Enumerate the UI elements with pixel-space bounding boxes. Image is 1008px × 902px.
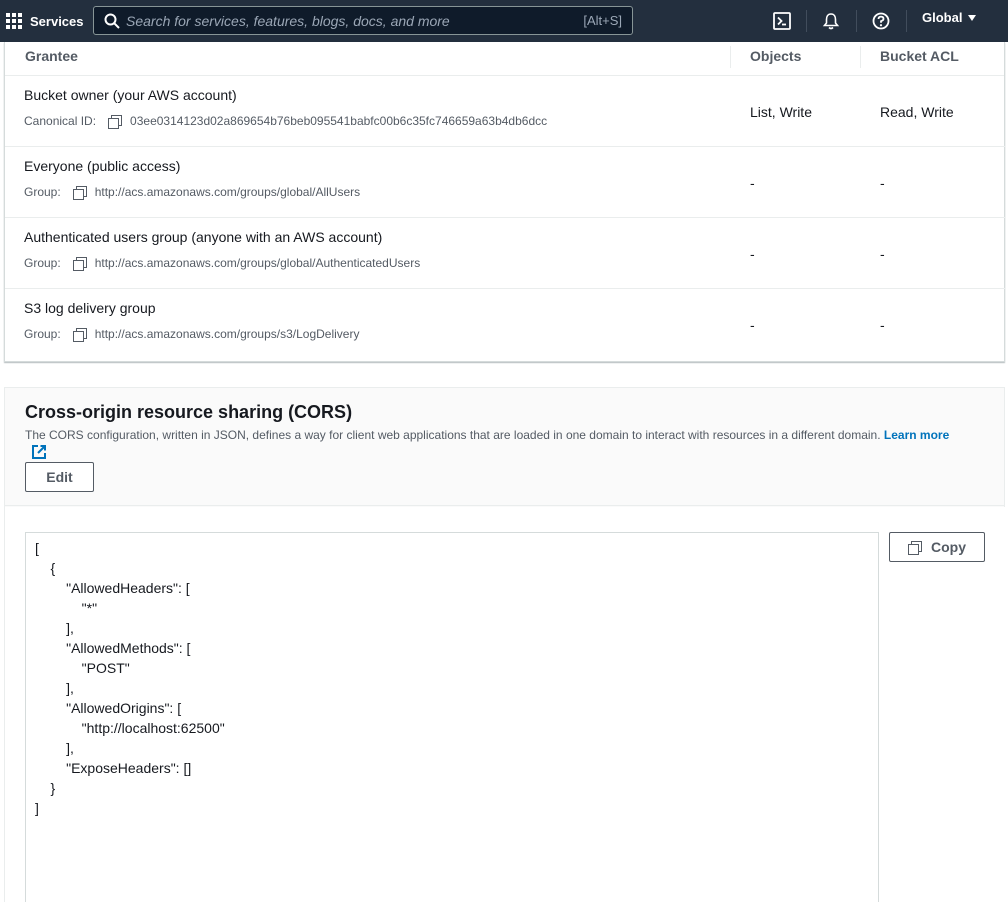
- code-line: ],: [35, 740, 74, 756]
- objects-permission: -: [750, 317, 755, 333]
- nav-divider: [806, 10, 807, 32]
- edit-button[interactable]: Edit: [25, 462, 94, 492]
- code-line: [: [35, 540, 39, 556]
- cors-description-text: The CORS configuration, written in JSON,…: [25, 428, 881, 442]
- code-line: "AllowedOrigins": [: [35, 700, 182, 716]
- cors-json-viewer: [ { "AllowedHeaders": [ "*" ], "AllowedM…: [25, 532, 879, 902]
- column-header-grantee: Grantee: [25, 48, 78, 64]
- table-row: S3 log delivery group Group: http://acs.…: [5, 289, 1005, 360]
- caret-down-icon: [968, 14, 977, 21]
- nav-divider: [906, 10, 907, 32]
- code-line: ]: [35, 800, 39, 816]
- region-selector[interactable]: Global: [922, 10, 977, 25]
- grantee-name: Everyone (public access): [24, 158, 181, 174]
- table-header: Grantee Objects Bucket ACL: [5, 42, 1004, 76]
- code-line: ],: [35, 620, 74, 636]
- objects-permission: -: [750, 246, 755, 262]
- grantee-id: Group: http://acs.amazonaws.com/groups/g…: [24, 185, 361, 200]
- help-icon[interactable]: [868, 8, 894, 34]
- search-input[interactable]: [126, 12, 584, 29]
- column-header-objects: Objects: [750, 48, 802, 64]
- grantee-id-value: http://acs.amazonaws.com/groups/s3/LogDe…: [94, 327, 360, 341]
- learn-more-link[interactable]: Learn more: [884, 428, 949, 442]
- column-divider: [730, 46, 731, 68]
- external-link-icon[interactable]: [31, 444, 47, 460]
- bucket-acl-permission: -: [880, 175, 885, 191]
- code-line: "AllowedHeaders": [: [35, 580, 190, 596]
- grantee-name: Authenticated users group (anyone with a…: [24, 229, 383, 245]
- grantee-id-label: Group:: [24, 327, 61, 341]
- grantee-id: Group: http://acs.amazonaws.com/groups/g…: [24, 256, 421, 271]
- table-row: Everyone (public access) Group: http://a…: [5, 147, 1005, 218]
- cors-header: Cross-origin resource sharing (CORS) The…: [5, 388, 1005, 506]
- nav-divider: [856, 10, 857, 32]
- bell-icon[interactable]: [818, 8, 844, 34]
- copy-icon[interactable]: [72, 256, 87, 271]
- grantee-id: Canonical ID: 03ee0314123d02a869654b76be…: [24, 114, 548, 129]
- copy-icon[interactable]: [72, 185, 87, 200]
- column-header-bucket-acl: Bucket ACL: [880, 48, 959, 64]
- cors-description: The CORS configuration, written in JSON,…: [25, 428, 985, 443]
- services-label: Services: [30, 13, 84, 29]
- copy-button-label: Copy: [931, 539, 966, 555]
- services-grid-icon: [6, 13, 22, 29]
- cloudshell-icon[interactable]: [769, 8, 795, 34]
- grantee-id-value: 03ee0314123d02a869654b76beb095541babfc00…: [130, 114, 548, 128]
- grantee-id: Group: http://acs.amazonaws.com/groups/s…: [24, 327, 360, 342]
- copy-icon: [908, 540, 922, 555]
- bucket-acl-permission: -: [880, 317, 885, 333]
- search-shortcut-hint: [Alt+S]: [583, 13, 622, 28]
- code-line: {: [35, 560, 56, 576]
- grantee-id-label: Group:: [24, 185, 61, 199]
- bucket-acl-permission: Read, Write: [880, 104, 954, 120]
- search-bar[interactable]: [Alt+S]: [93, 6, 633, 35]
- grantee-id-label: Group:: [24, 256, 61, 270]
- objects-permission: List, Write: [750, 104, 812, 120]
- top-navigation: Services [Alt+S] Global: [0, 0, 1008, 42]
- grantee-id-label: Canonical ID:: [24, 114, 97, 128]
- search-icon: [98, 7, 126, 35]
- objects-permission: -: [750, 175, 755, 191]
- copy-button[interactable]: Copy: [889, 532, 985, 562]
- copy-icon[interactable]: [108, 114, 123, 129]
- column-divider: [860, 46, 861, 68]
- acl-grantee-table: Grantee Objects Bucket ACL Bucket owner …: [4, 42, 1005, 362]
- grantee-id-value: http://acs.amazonaws.com/groups/global/A…: [94, 185, 361, 199]
- code-line: "http://localhost:62500": [35, 720, 225, 736]
- code-line: ],: [35, 680, 74, 696]
- code-line: "ExposeHeaders": []: [35, 760, 192, 776]
- code-line: "*": [35, 600, 98, 616]
- bucket-acl-permission: -: [880, 246, 885, 262]
- code-line: "AllowedMethods": [: [35, 640, 191, 656]
- code-line: "POST": [35, 660, 130, 676]
- table-row: Authenticated users group (anyone with a…: [5, 218, 1005, 289]
- copy-icon[interactable]: [72, 327, 87, 342]
- grantee-id-value: http://acs.amazonaws.com/groups/global/A…: [94, 256, 421, 270]
- grantee-name: S3 log delivery group: [24, 300, 156, 316]
- services-menu-button[interactable]: Services: [0, 0, 84, 42]
- cors-section: Cross-origin resource sharing (CORS) The…: [4, 387, 1005, 902]
- cors-title: Cross-origin resource sharing (CORS): [25, 402, 353, 422]
- cors-body: [ { "AllowedHeaders": [ "*" ], "AllowedM…: [5, 507, 1005, 902]
- grantee-name: Bucket owner (your AWS account): [24, 87, 237, 103]
- region-label: Global: [922, 10, 963, 25]
- code-line: }: [35, 780, 56, 796]
- table-row: Bucket owner (your AWS account) Canonica…: [5, 76, 1005, 147]
